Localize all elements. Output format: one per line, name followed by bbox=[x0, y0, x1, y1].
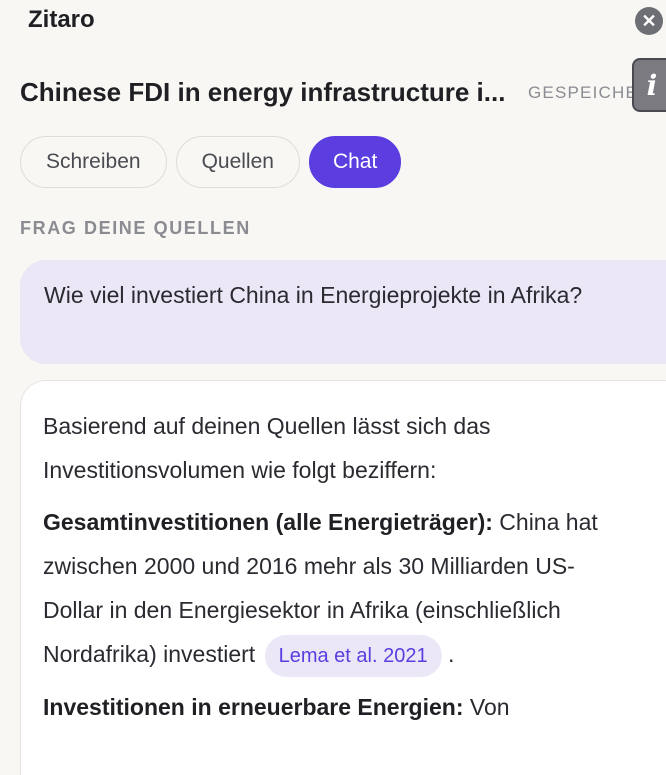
answer-point-1: Gesamtinvestitionen (alle Energieträger)… bbox=[43, 500, 633, 677]
tab-quellen[interactable]: Quellen bbox=[175, 136, 300, 188]
citation-chip[interactable]: Lema et al. 2021 bbox=[264, 634, 442, 677]
info-button[interactable]: i bbox=[632, 58, 666, 112]
answer-point-1-end: . bbox=[441, 641, 455, 667]
close-button[interactable]: ✕ bbox=[635, 7, 663, 35]
document-title: Chinese FDI in energy infrastructure i..… bbox=[20, 77, 506, 107]
answer-intro: Basierend auf deinen Quellen lässt sich … bbox=[43, 413, 491, 483]
close-icon: ✕ bbox=[641, 11, 657, 31]
answer-point-1-heading: Gesamtinvestitionen (alle Energieträger)… bbox=[43, 509, 493, 535]
user-message-bubble: Wie viel investiert China in Energieproj… bbox=[20, 260, 666, 364]
app-name: Zitaro bbox=[28, 6, 95, 33]
section-label: FRAG DEINE QUELLEN bbox=[20, 218, 251, 238]
user-message-text: Wie viel investiert China in Energieproj… bbox=[44, 282, 583, 308]
assistant-answer-card: Basierend auf deinen Quellen lässt sich … bbox=[20, 380, 666, 775]
tab-chat[interactable]: Chat bbox=[308, 136, 402, 188]
answer-point-2: Investitionen in erneuerbare Energien: V… bbox=[43, 685, 633, 729]
info-icon: i bbox=[646, 68, 658, 102]
tab-schreiben[interactable]: Schreiben bbox=[20, 136, 167, 188]
answer-point-2-heading: Investitionen in erneuerbare Energien: bbox=[43, 693, 464, 720]
answer-point-2-text: Von bbox=[463, 693, 510, 720]
tab-bar: Schreiben Quellen Chat bbox=[20, 136, 402, 188]
